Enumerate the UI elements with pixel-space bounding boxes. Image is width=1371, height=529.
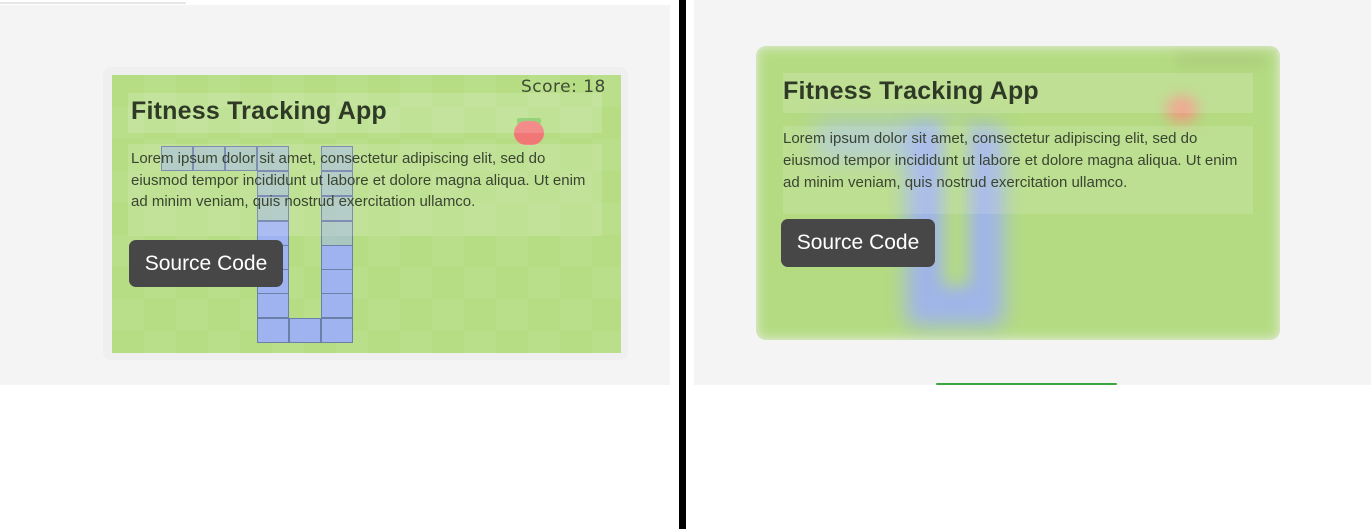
split-divider [679,0,686,529]
project-description: Lorem ipsum dolor sit amet, consectetur … [131,150,586,210]
project-title: Fitness Tracking App [131,97,387,125]
left-tab-strip [0,0,670,5]
project-title: Fitness Tracking App [783,77,1039,105]
source-code-button[interactable]: Source Code [781,219,935,267]
snake-segment [321,293,353,318]
green-accent-bar [936,383,1117,385]
project-description: Lorem ipsum dolor sit amet, consectetur … [783,130,1238,191]
blurred-score [1176,54,1266,68]
split-screen-view: Score: 18 Fitness Tracking App Lorem ips… [0,0,1371,529]
snake-segment [321,318,353,343]
snake-segment [289,318,321,343]
tab-background [239,0,670,5]
source-code-button[interactable]: Source Code [129,240,283,287]
snake-segment [257,318,289,343]
snake-segment [257,293,289,318]
snake-segment [321,245,353,270]
snake-segment [321,269,353,294]
tab-indicator [0,2,186,4]
